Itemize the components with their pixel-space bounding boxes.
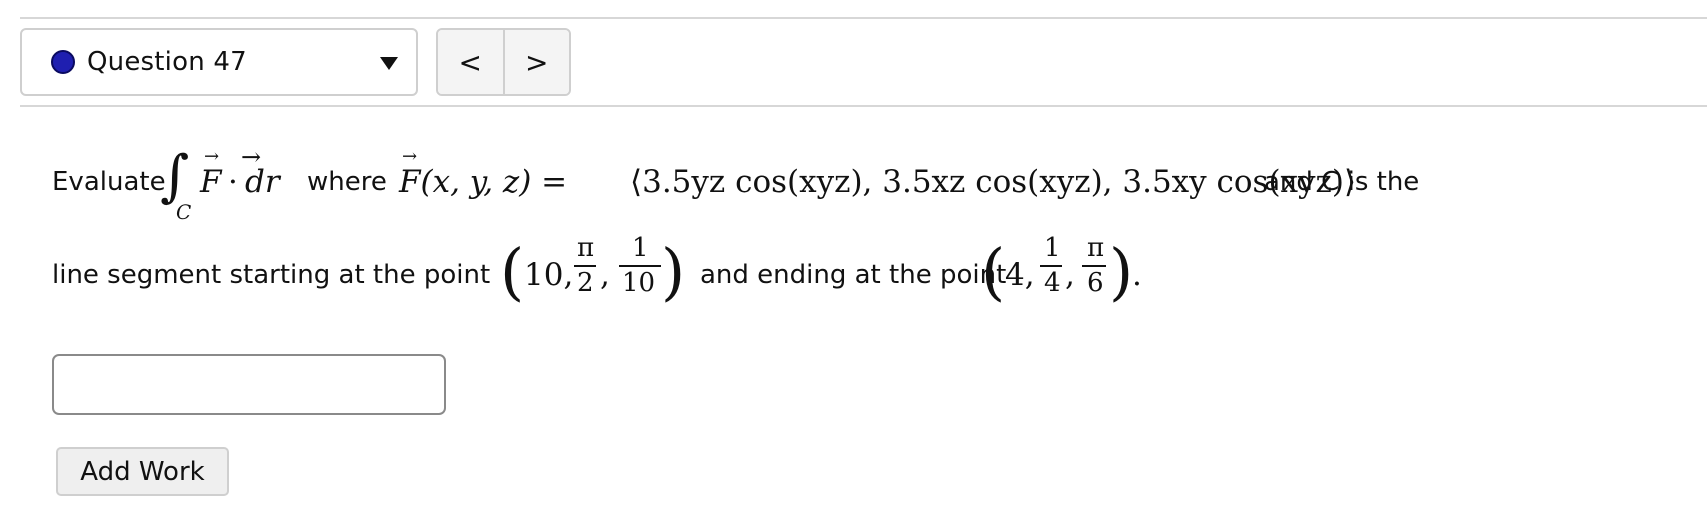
dropdown-caret-icon	[380, 57, 398, 70]
end-z-num: π	[1087, 233, 1105, 263]
add-work-button[interactable]: Add Work	[56, 447, 229, 496]
end-x: 4,	[1005, 257, 1035, 293]
comma: ,	[1065, 257, 1075, 293]
question-nav: < >	[436, 28, 571, 96]
header-divider	[20, 105, 1707, 107]
ending-text: and ending at the point	[700, 260, 1007, 290]
fraction-bar	[574, 265, 596, 267]
next-question-button[interactable]: >	[502, 30, 569, 94]
question-label: Question 47	[87, 47, 247, 77]
F-definition-lhs: → F(x, y, z) =	[399, 146, 568, 200]
vector-arrow: →	[402, 146, 418, 167]
evaluate-text: Evaluate	[52, 167, 166, 197]
left-paren: (	[981, 235, 1006, 308]
period: .	[1132, 257, 1142, 293]
answer-input[interactable]	[52, 354, 446, 415]
right-paren: )	[661, 235, 686, 308]
top-divider	[20, 17, 1707, 19]
start-z-num: 1	[632, 233, 649, 263]
where-text: where	[307, 167, 387, 197]
vector-dr: → dr	[241, 143, 280, 200]
fraction-bar	[1082, 265, 1106, 267]
F-definition-rhs: ⟨3.5yz cos(xyz), 3.5xz cos(xyz), 3.5xy c…	[630, 164, 1357, 200]
dot-operator: ·	[228, 164, 238, 200]
and-c-text: and C is the	[1264, 167, 1420, 197]
chevron-left-icon: <	[458, 45, 482, 79]
fraction-bar	[619, 265, 661, 267]
integral-subscript: C	[176, 200, 192, 224]
end-y-den: 4	[1044, 268, 1061, 298]
segment-text: line segment starting at the point	[52, 260, 491, 290]
end-y-num: 1	[1044, 233, 1061, 263]
end-z-den: 6	[1087, 268, 1104, 298]
vector-arrow: →	[204, 146, 220, 167]
previous-question-button[interactable]: <	[438, 30, 503, 94]
left-paren: (	[500, 235, 525, 308]
start-x: 10,	[524, 257, 574, 293]
vector-F: → F	[200, 146, 222, 200]
comma: ,	[600, 257, 610, 293]
start-y-den: 2	[577, 268, 594, 298]
right-paren: )	[1109, 235, 1134, 308]
start-z-den: 10	[622, 268, 656, 298]
start-y-num: π	[577, 233, 595, 263]
vector-arrow: →	[241, 143, 262, 171]
chevron-right-icon: >	[525, 45, 549, 79]
question-status-dot	[51, 50, 75, 74]
fraction-bar	[1040, 265, 1062, 267]
question-selector[interactable]: Question 47	[20, 28, 418, 96]
